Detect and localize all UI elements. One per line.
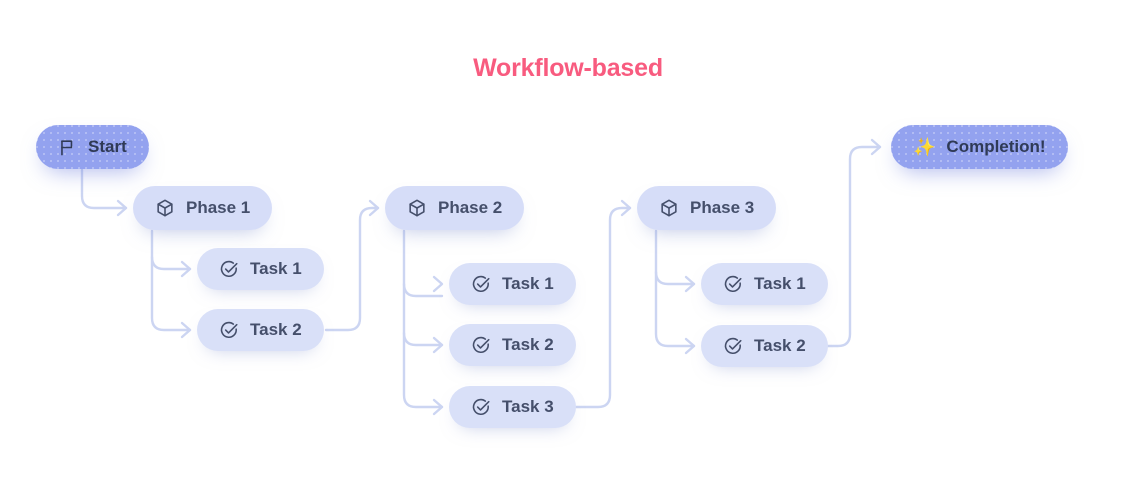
node-completion[interactable]: ✨ Completion! [891, 125, 1068, 169]
node-completion-label: Completion! [946, 137, 1046, 156]
workflow-diagram-canvas: Workflow-based Start ✨ Completion! Phase… [0, 0, 1136, 503]
sparkles-icon: ✨ [913, 137, 936, 157]
circle-check-icon [471, 274, 491, 294]
node-phase-2-label: Phase 2 [438, 198, 503, 217]
node-phase-3-task-1-label: Task 1 [754, 274, 806, 293]
node-phase-2-task-2-label: Task 2 [502, 335, 554, 354]
node-phase-3-label: Phase 3 [690, 198, 755, 217]
cube-icon [659, 198, 679, 218]
node-phase-1-label: Phase 1 [186, 198, 251, 217]
node-phase-3-task-1[interactable]: Task 1 [701, 263, 828, 305]
node-start[interactable]: Start [36, 125, 149, 169]
node-phase-3[interactable]: Phase 3 [637, 186, 777, 230]
circle-check-icon [219, 259, 239, 279]
node-phase-2-task-2[interactable]: Task 2 [449, 324, 576, 366]
node-phase-1-task-2-label: Task 2 [250, 320, 302, 339]
circle-check-icon [471, 335, 491, 355]
circle-check-icon [471, 397, 491, 417]
node-phase-1-task-1[interactable]: Task 1 [197, 248, 324, 290]
node-phase-1-task-2[interactable]: Task 2 [197, 309, 324, 351]
cube-icon [407, 198, 427, 218]
node-phase-2-task-1[interactable]: Task 1 [449, 263, 576, 305]
circle-check-icon [723, 336, 743, 356]
circle-check-icon [219, 320, 239, 340]
node-phase-2-task-3[interactable]: Task 3 [449, 386, 576, 428]
node-phase-1[interactable]: Phase 1 [133, 186, 273, 230]
flag-icon [58, 138, 77, 157]
node-phase-2-task-3-label: Task 3 [502, 397, 554, 416]
node-phase-2[interactable]: Phase 2 [385, 186, 525, 230]
node-phase-2-task-1-label: Task 1 [502, 274, 554, 293]
node-layer: Start ✨ Completion! Phase 1 Task 1 Task … [0, 0, 1136, 503]
cube-icon [155, 198, 175, 218]
circle-check-icon [723, 274, 743, 294]
node-phase-1-task-1-label: Task 1 [250, 259, 302, 278]
node-phase-3-task-2-label: Task 2 [754, 336, 806, 355]
node-start-label: Start [88, 137, 127, 156]
node-phase-3-task-2[interactable]: Task 2 [701, 325, 828, 367]
